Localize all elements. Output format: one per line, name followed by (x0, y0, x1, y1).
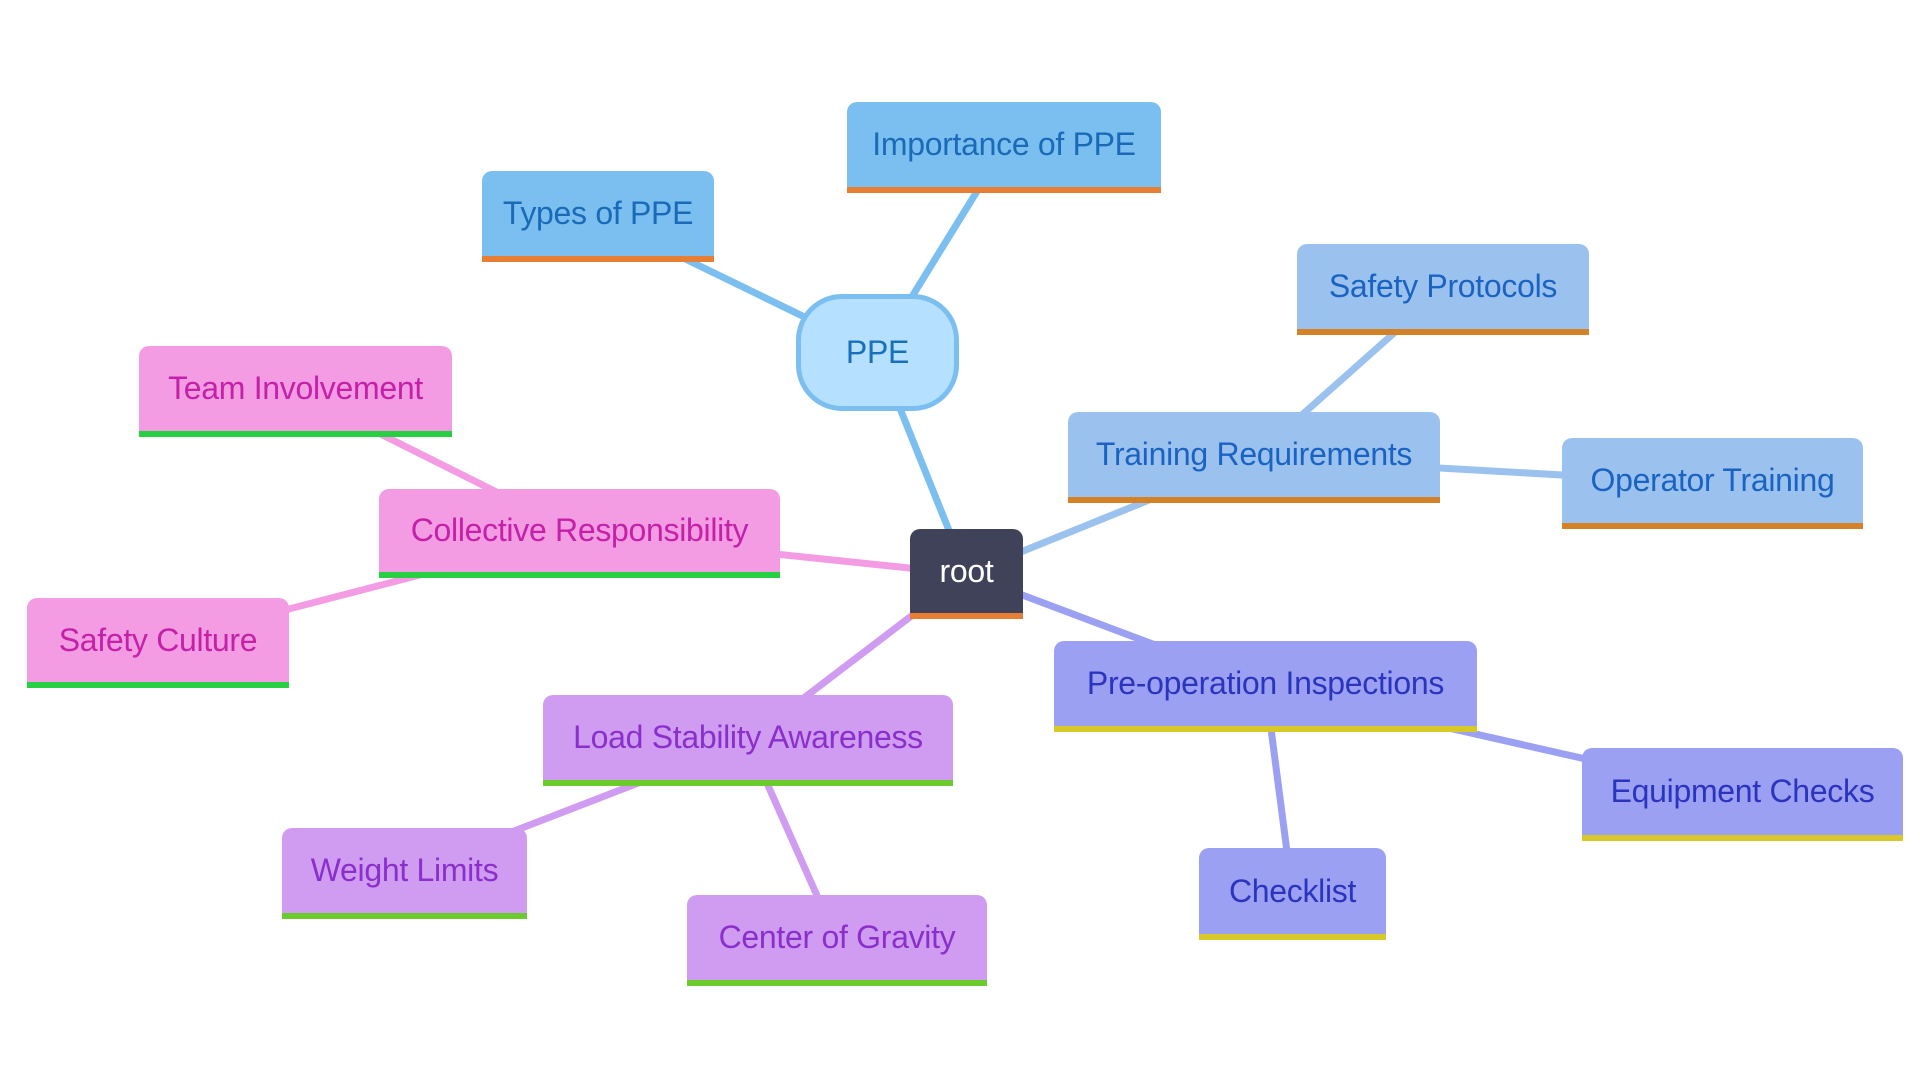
node-label: Training Requirements (1095, 436, 1413, 472)
node-label: Collective Responsibility (410, 512, 749, 548)
node-weight-limits[interactable]: Weight Limits (282, 828, 527, 919)
node-label: Safety Culture (58, 621, 258, 658)
node-collective-responsibility[interactable]: Collective Responsibility (379, 489, 780, 578)
node-label: Types of PPE (502, 195, 694, 231)
node-label: Weight Limits (310, 852, 499, 888)
node-label: Operator Training (1590, 462, 1835, 498)
node-accent-bar (543, 780, 953, 786)
node-accent-bar (379, 572, 780, 578)
node-accent-bar (282, 913, 527, 919)
node-load-stability-awareness[interactable]: Load Stability Awareness (543, 695, 953, 786)
node-team-involvement[interactable]: Team Involvement (139, 346, 452, 437)
node-center-of-gravity[interactable]: Center of Gravity (687, 895, 987, 986)
node-accent-bar (482, 256, 714, 262)
node-pre-operation-inspections[interactable]: Pre-operation Inspections (1054, 641, 1477, 732)
node-equipment-checks[interactable]: Equipment Checks (1582, 748, 1903, 841)
node-accent-bar (1199, 934, 1386, 940)
node-importance-of-ppe[interactable]: Importance of PPE (847, 102, 1161, 193)
node-label: Pre-operation Inspections (1086, 665, 1445, 701)
node-label: Center of Gravity (718, 919, 956, 955)
node-training-requirements[interactable]: Training Requirements (1068, 412, 1440, 503)
node-accent-bar (1297, 329, 1589, 335)
node-accent-bar (1562, 523, 1863, 529)
node-label: Safety Protocols (1328, 268, 1558, 304)
node-label: Load Stability Awareness (573, 719, 923, 755)
node-label: Importance of PPE (872, 126, 1136, 162)
node-accent-bar (687, 980, 987, 986)
node-accent-bar (847, 187, 1161, 193)
node-accent-bar (139, 431, 452, 437)
node-label: root (939, 552, 994, 589)
node-accent-bar (1582, 835, 1903, 841)
node-accent-bar (1054, 726, 1477, 732)
node-safety-culture[interactable]: Safety Culture (27, 598, 289, 688)
node-label: PPE (845, 334, 910, 370)
node-accent-bar (1068, 497, 1440, 503)
node-accent-bar (910, 613, 1023, 619)
node-accent-bar (27, 682, 289, 688)
node-label: Equipment Checks (1610, 773, 1875, 809)
node-ppe[interactable]: PPE (796, 294, 959, 411)
node-label: Checklist (1228, 872, 1357, 909)
node-checklist[interactable]: Checklist (1199, 848, 1386, 940)
node-safety-protocols[interactable]: Safety Protocols (1297, 244, 1589, 335)
node-root[interactable]: root (910, 529, 1023, 619)
node-types-of-ppe[interactable]: Types of PPE (482, 171, 714, 262)
mindmap-canvas: root PPE Types of PPE Importance of PPE Trai… (0, 0, 1920, 1080)
node-label: Team Involvement (168, 370, 423, 406)
node-operator-training[interactable]: Operator Training (1562, 438, 1863, 529)
